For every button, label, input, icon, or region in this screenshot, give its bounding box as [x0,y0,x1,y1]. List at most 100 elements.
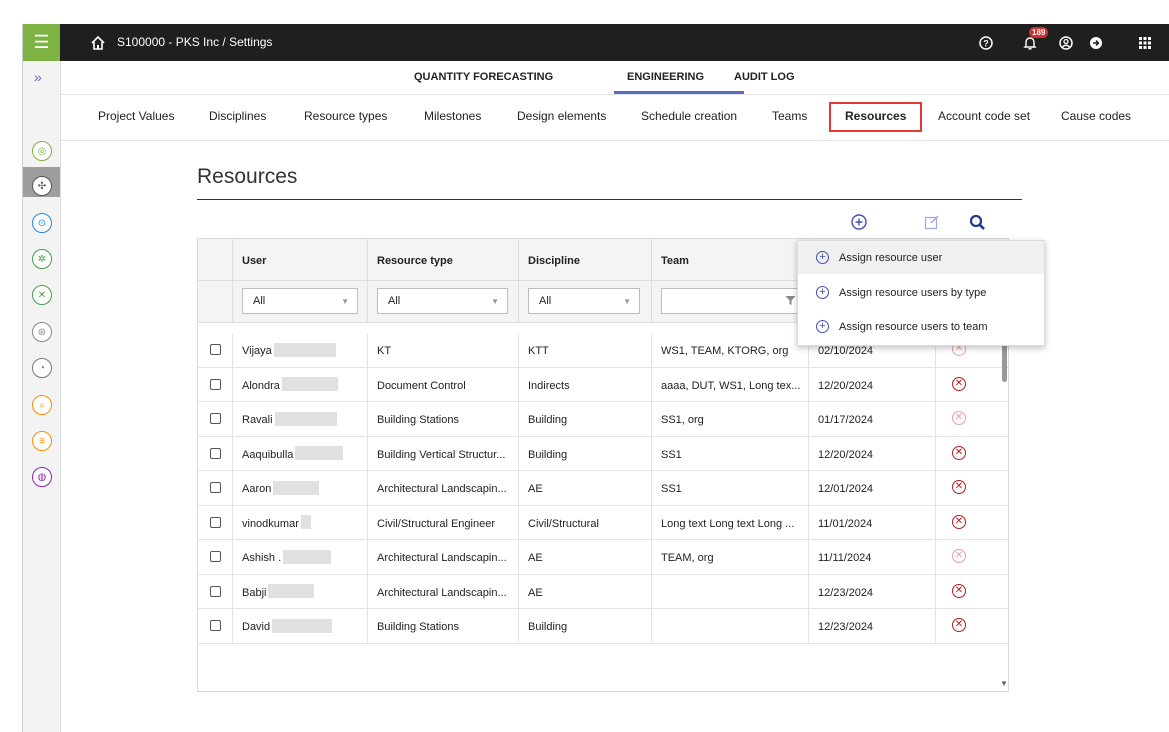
nav-engineering[interactable]: ENGINEERING [627,71,704,83]
column-header-team[interactable]: Team [652,239,809,281]
scroll-down-icon[interactable]: ▼ [1000,679,1008,688]
help-icon[interactable]: ? [976,33,996,53]
filter-discipline-select[interactable]: All ▼ [528,288,640,314]
cell-user-text: Ashish . [242,552,282,564]
column-header-resource-type[interactable]: Resource type [368,239,519,281]
menu-item-assign-to-team[interactable]: + Assign resource users to team [798,310,1044,343]
cell-date: 12/23/2024 [809,609,936,643]
add-icon[interactable] [849,212,869,232]
tab-resources[interactable]: Resources [845,109,906,123]
logout-icon[interactable] [1086,33,1106,53]
table-row[interactable]: Alondra Document Control Indirects aaaa, DU… [198,367,1008,402]
filter-icon[interactable] [785,295,796,306]
delete-icon[interactable]: ✕ [952,618,966,632]
cell-actions: ✕ [936,540,1008,574]
search-icon[interactable] [967,212,987,232]
cell-discipline-text: Civil/Structural [528,517,599,530]
cell-actions: ✕ [936,609,1008,643]
edit-icon[interactable] [922,212,942,232]
tab-milestones[interactable]: Milestones [424,109,481,123]
cell-user: vinodkumar [233,505,368,540]
row-checkbox[interactable] [210,447,221,459]
delete-icon[interactable]: ✕ [952,445,966,460]
cell-actions: ✕ [936,471,1008,505]
user-icon[interactable] [1056,33,1076,53]
cell-discipline: AE [519,574,652,609]
row-checkbox[interactable] [210,344,221,355]
cell-date: 11/11/2024 [809,540,936,574]
delete-icon[interactable]: ✕ [952,583,966,598]
row-checkbox[interactable] [210,482,221,493]
cell-team-text: Long text Long text Long ... [661,517,795,530]
tab-schedule-creation[interactable]: Schedule creation [641,109,737,123]
cell-team-text: SS1 [661,483,682,495]
cell-select [198,333,233,367]
row-checkbox[interactable] [210,516,221,528]
sidebar-item-shield-icon[interactable]: ⊛ [32,322,52,342]
apps-icon[interactable] [1135,33,1155,53]
redacted-name [272,618,333,633]
tab-cause-codes[interactable]: Cause codes [1061,109,1131,123]
row-checkbox[interactable] [210,378,221,390]
filter-team-input[interactable] [661,288,803,314]
sidebar-item-target-icon[interactable]: ⊙ [32,213,52,233]
table-row[interactable]: Aaron Architectural Landscapin... AE SS1 12/… [198,471,1008,506]
tab-teams[interactable]: Teams [772,109,807,123]
table-row[interactable]: Babji Architectural Landscapin... AE 12/23/… [198,574,1008,609]
cell-team: WS1, TEAM, KTORG, org [652,333,809,367]
cell-discipline-text: Building [528,621,568,633]
menu-item-assign-resource-user[interactable]: + Assign resource user [798,241,1044,274]
delete-icon[interactable]: ✕ [952,480,966,494]
tab-account-code-set[interactable]: Account code set [938,109,1030,123]
filter-user-select[interactable]: All ▼ [242,288,358,314]
cell-resource-type: Building Stations [368,402,519,436]
tab-project-values[interactable]: Project Values [98,109,174,123]
delete-icon[interactable]: ✕ [952,549,966,563]
breadcrumb[interactable]: S100000 - PKS Inc / Settings [117,35,272,49]
sidebar-item-tools-icon[interactable]: ✕ [32,285,52,305]
tab-design-elements[interactable]: Design elements [517,109,606,123]
hamburger-icon[interactable]: ☰ [23,24,60,61]
row-checkbox[interactable] [210,620,221,631]
cell-team-text: SS1 [661,448,682,461]
table-row[interactable]: Aaquibulla Building Vertical Structur... B… [198,436,1008,471]
table-row[interactable]: vinodkumar Civil/Structural Engineer Civil… [198,505,1008,540]
row-checkbox[interactable] [210,585,221,597]
menu-item-label: Assign resource users by type [839,286,987,299]
table-row[interactable]: Ashish . Architectural Landscapin... AE TEA… [198,540,1008,575]
row-checkbox[interactable] [210,551,221,562]
sidebar-item-network-icon[interactable]: ✲ [32,249,52,269]
page-title: Resources [197,165,298,188]
sidebar-item-settings-icon[interactable]: ◎ [32,141,52,161]
sidebar-item-layers-icon[interactable]: ◍ [32,467,52,487]
menu-item-assign-by-type[interactable]: + Assign resource users by type [798,276,1044,309]
tab-disciplines[interactable]: Disciplines [209,109,266,123]
sidebar-item-search-icon[interactable]: ⌕ [32,395,52,415]
row-checkbox[interactable] [210,413,221,424]
filter-resource-type-select[interactable]: All ▼ [377,288,508,314]
filter-cell-resource-type: All ▼ [368,281,519,323]
cell-resource-type: Building Vertical Structur... [368,436,519,471]
sidebar-item-list-icon[interactable]: ≡ [32,431,52,451]
redacted-name [295,446,344,461]
tab-resource-types[interactable]: Resource types [304,109,387,123]
cell-resource-type-text: Architectural Landscapin... [377,586,507,599]
column-header-discipline[interactable]: Discipline [519,239,652,281]
nav-quantity-forecasting[interactable]: QUANTITY FORECASTING [414,71,553,83]
table-row[interactable]: David Building Stations Building 12/23/2024… [198,609,1008,644]
table-row[interactable]: Ravali Building Stations Building SS1, org 0… [198,402,1008,437]
delete-icon[interactable]: ✕ [952,376,966,391]
home-icon[interactable] [89,34,107,52]
expand-sidebar-icon[interactable]: » [34,69,42,85]
cell-user: Vijaya [233,333,368,367]
delete-icon[interactable]: ✕ [952,411,966,425]
cell-select [198,436,233,471]
sidebar-item-chart-icon[interactable]: ◔ [32,358,52,378]
delete-icon[interactable]: ✕ [952,514,966,529]
column-header-user[interactable]: User [233,239,368,281]
cell-date: 12/23/2024 [809,574,936,609]
module-nav: QUANTITY FORECASTING ENGINEERING AUDIT L… [61,61,1169,95]
nav-audit-log[interactable]: AUDIT LOG [734,71,795,83]
sidebar-item-engineering-icon[interactable]: ✣ [32,176,52,196]
title-divider [197,199,1022,200]
